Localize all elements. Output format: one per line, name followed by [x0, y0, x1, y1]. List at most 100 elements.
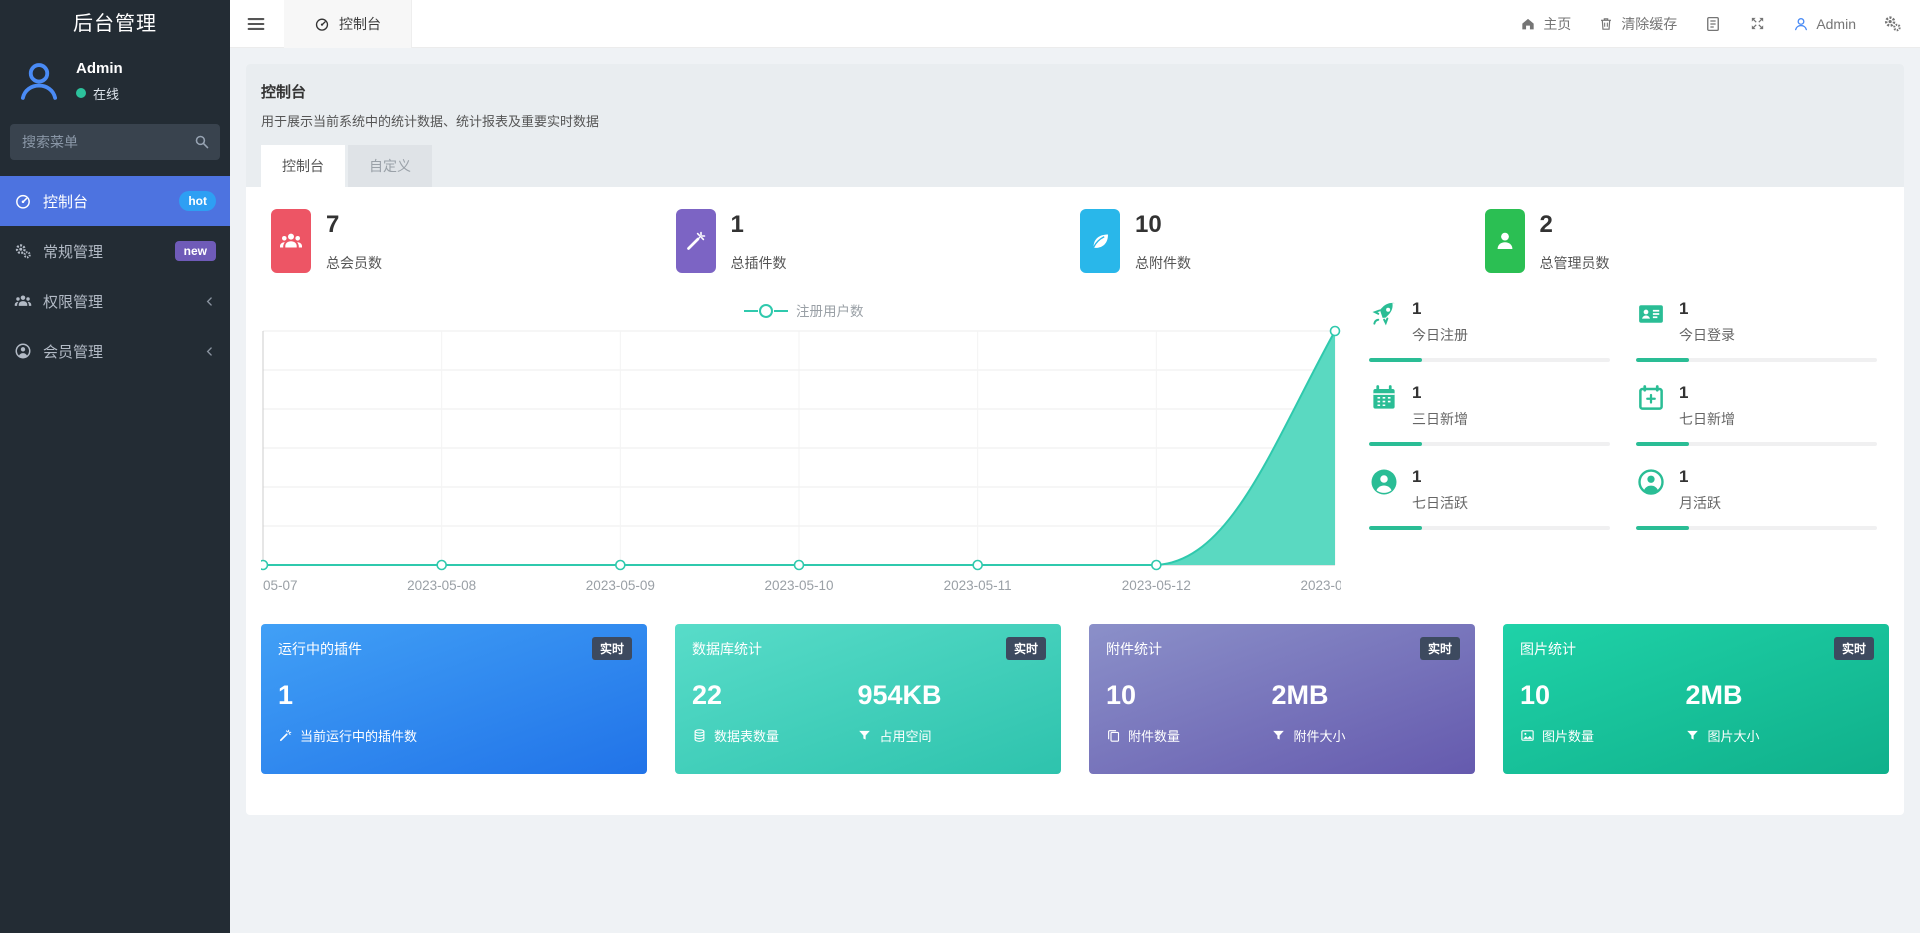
progress-bar	[1369, 442, 1610, 446]
sidebar-item-dashboard[interactable]: 控制台 hot	[0, 176, 230, 226]
metric-value: 10	[1106, 680, 1137, 710]
quick-label: 七日活跃	[1412, 495, 1468, 511]
panel-tabs: 控制台 自定义	[261, 145, 1889, 187]
dashboard-panel: 控制台 用于展示当前系统中的统计数据、统计报表及重要实时数据 控制台 自定义 7	[246, 64, 1904, 815]
svg-text:2023-05-12: 2023-05-12	[1122, 578, 1191, 593]
quick-label: 三日新增	[1412, 411, 1468, 427]
docs-button[interactable]	[1704, 15, 1722, 33]
metric-value: 2MB	[1271, 680, 1329, 710]
chevron-left-icon	[203, 295, 216, 308]
user-icon	[1484, 209, 1525, 273]
sidebar-item-members[interactable]: 会员管理	[0, 326, 230, 376]
metric-label: 图片数量	[1542, 728, 1595, 744]
tab-custom[interactable]: 自定义	[348, 145, 432, 187]
sidebar-menu: 控制台 hot 常规管理 new 权限管理 会员管理	[0, 176, 230, 376]
quick-label: 今日登录	[1679, 327, 1735, 343]
metric-cards-row: 运行中的插件 实时 1 当前运行中的插件数 数据库统计 实时 22 数据表数量 …	[261, 624, 1889, 774]
menu-search	[10, 124, 220, 160]
search-icon[interactable]	[193, 133, 210, 150]
card-attachment-stats: 附件统计 实时 10 附件数量 2MB 附件大小	[1089, 624, 1475, 774]
stat-label: 总会员数	[326, 255, 382, 271]
fullscreen-button[interactable]	[1749, 15, 1766, 32]
card-title: 运行中的插件	[278, 641, 362, 657]
copy-icon	[1106, 728, 1121, 743]
page-content: 控制台 用于展示当前系统中的统计数据、统计报表及重要实时数据 控制台 自定义 7	[230, 48, 1920, 831]
stat-row: 7 总会员数 1 总插件数 10 总附件数 2 总管理员数	[271, 209, 1889, 273]
stat-label: 总管理员数	[1539, 255, 1610, 271]
quick-label: 今日注册	[1412, 327, 1468, 343]
leaf-icon	[1080, 209, 1120, 273]
trash-icon	[1598, 16, 1614, 32]
quick-value: 1	[1679, 467, 1689, 486]
metric-value: 22	[692, 680, 723, 710]
user-name: Admin	[76, 59, 123, 77]
expand-icon	[1749, 15, 1766, 32]
home-label: 主页	[1543, 15, 1572, 32]
panel-heading: 控制台 用于展示当前系统中的统计数据、统计报表及重要实时数据 控制台 自定义	[246, 64, 1904, 187]
metric-label: 附件大小	[1293, 728, 1346, 744]
clear-cache-label: 清除缓存	[1621, 15, 1678, 32]
stat-total-members: 7 总会员数	[271, 209, 676, 273]
menu-toggle-icon[interactable]	[245, 13, 267, 35]
chevron-left-icon	[203, 345, 216, 358]
metric-label: 图片大小	[1707, 728, 1760, 744]
middle-section: 05-07 2023-05-08 2023-05-09 2023-05-10 2023-…	[261, 297, 1889, 604]
metric-label: 附件数量	[1128, 728, 1181, 744]
sidebar-item-general[interactable]: 常规管理 new	[0, 226, 230, 276]
quick-stat-month-active: 1 月活跃	[1636, 467, 1877, 530]
sidebar: 后台管理 Admin 在线 控制台 hot	[0, 0, 230, 933]
funnel-icon	[857, 728, 872, 743]
tab-console[interactable]: 控制台	[261, 145, 345, 187]
page-subtitle: 用于展示当前系统中的统计数据、统计报表及重要实时数据	[261, 114, 600, 129]
metric-value: 954KB	[857, 680, 942, 710]
docs-icon	[1704, 15, 1722, 33]
sidebar-item-permissions[interactable]: 权限管理	[0, 276, 230, 326]
tab-dashboard[interactable]: 控制台	[284, 0, 412, 48]
metric-label: 数据表数量	[714, 728, 780, 744]
top-navbar: 控制台 主页 清除缓存 Admin	[230, 0, 1920, 48]
search-input[interactable]	[10, 124, 220, 160]
page-title: 控制台	[261, 84, 307, 101]
home-link[interactable]: 主页	[1520, 14, 1571, 34]
stat-value: 1	[730, 211, 744, 238]
card-title: 图片统计	[1520, 641, 1576, 657]
card-title: 数据库统计	[692, 641, 762, 657]
metric-value: 2MB	[1685, 680, 1743, 710]
quick-stats-grid: 1 今日注册 1 今日登录 1 三日新增 1 七日新增 1 七日活跃 1 月活跃	[1369, 299, 1877, 604]
user-avatar	[16, 58, 62, 104]
users-group-icon	[271, 209, 311, 273]
quick-stat-7day-new: 1 七日新增	[1636, 383, 1877, 446]
stat-label: 总插件数	[730, 255, 787, 271]
wand-icon	[675, 209, 716, 273]
card-image-stats: 图片统计 实时 10 图片数量 2MB 图片大小	[1503, 624, 1889, 774]
sidebar-item-label: 会员管理	[43, 343, 104, 361]
hot-badge: hot	[179, 191, 216, 211]
users-icon	[14, 292, 32, 310]
svg-text:2023-05-11: 2023-05-11	[944, 578, 1012, 593]
dashboard-icon	[14, 192, 32, 210]
quick-stat-today-login: 1 今日登录	[1636, 299, 1877, 362]
registered-users-chart[interactable]: 05-07 2023-05-08 2023-05-09 2023-05-10 2023-…	[261, 297, 1341, 604]
svg-text:2023-05-09: 2023-05-09	[586, 578, 655, 593]
quick-label: 七日新增	[1679, 411, 1735, 427]
metric-value: 1	[278, 680, 294, 710]
metric-value: 10	[1520, 680, 1551, 710]
clear-cache-link[interactable]: 清除缓存	[1598, 14, 1677, 34]
user-status-label: 在线	[93, 86, 120, 102]
quick-value: 1	[1679, 383, 1689, 402]
user-menu[interactable]: Admin	[1793, 16, 1856, 32]
funnel-icon	[1685, 728, 1700, 743]
stat-total-attachments: 10 总附件数	[1080, 209, 1485, 273]
quick-value: 1	[1412, 383, 1422, 402]
calendar-plus-icon	[1636, 383, 1666, 413]
new-badge: new	[174, 241, 216, 261]
user-circle-icon	[14, 342, 32, 360]
dashboard-icon	[314, 16, 330, 32]
realtime-badge: 实时	[591, 637, 632, 660]
settings-button[interactable]	[1883, 14, 1902, 33]
user-solid-icon	[1369, 467, 1399, 497]
sidebar-item-label: 常规管理	[43, 243, 104, 261]
metric-label: 当前运行中的插件数	[300, 728, 418, 744]
app-title: 后台管理	[73, 13, 157, 35]
stat-value: 7	[326, 211, 340, 238]
